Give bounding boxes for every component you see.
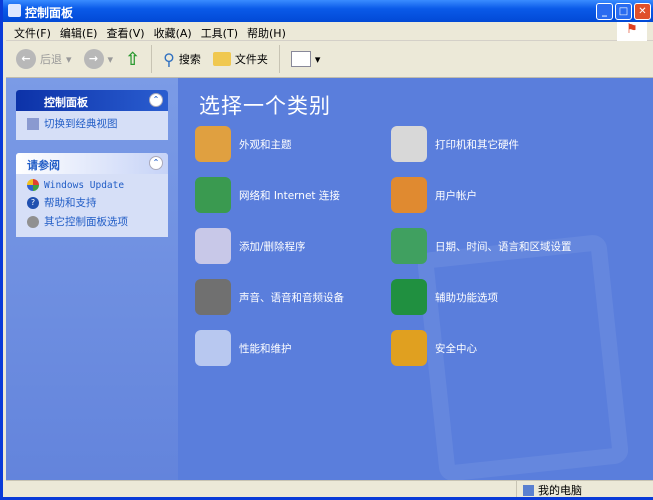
toolbar: ← 后退 ▾ → ▾ ⇧ ⚲ 搜索 文件夹 ▾ bbox=[6, 41, 653, 78]
printers-hardware-icon bbox=[391, 126, 427, 162]
search-label: 搜索 bbox=[178, 53, 201, 66]
menu-bar: 文件(F) 编辑(E) 查看(V) 收藏(A) 工具(T) 帮助(H) bbox=[6, 22, 653, 41]
see-also-box: 请参阅 ⌃ Windows Update ? 帮助和支持 其它控制面板选项 bbox=[16, 153, 168, 237]
menu-view[interactable]: 查看(V) bbox=[104, 22, 151, 40]
accessibility-options-icon bbox=[391, 279, 427, 315]
views-button[interactable]: ▾ bbox=[287, 51, 325, 67]
category-label: 日期、时间、语言和区域设置 bbox=[435, 240, 572, 253]
security-center-icon bbox=[391, 330, 427, 366]
search-icon: ⚲ bbox=[163, 49, 175, 69]
category-appearance-themes[interactable]: 外观和主题 bbox=[195, 126, 292, 162]
category-label: 声音、语音和音频设备 bbox=[239, 291, 344, 304]
back-button[interactable]: ← 后退 ▾ bbox=[12, 49, 76, 69]
category-label: 用户帐户 bbox=[435, 189, 477, 202]
separator bbox=[278, 45, 280, 73]
control-panel-box: 控制面板 ⌃ 切换到经典视图 bbox=[16, 90, 168, 140]
windows-logo-icon: ⚑ bbox=[617, 22, 647, 41]
up-button[interactable]: ⇧ bbox=[121, 49, 144, 70]
performance-maintenance-icon bbox=[195, 330, 231, 366]
back-arrow-icon: ← bbox=[16, 49, 36, 69]
folder-up-icon: ⇧ bbox=[125, 48, 141, 70]
control-panel-window: 控制面板 _ □ ✕ 文件(F) 编辑(E) 查看(V) 收藏(A) 工具(T) 帮… bbox=[0, 0, 653, 500]
folders-label: 文件夹 bbox=[234, 53, 268, 66]
menu-favorites[interactable]: 收藏(A) bbox=[152, 22, 199, 40]
link-label: Windows Update bbox=[44, 179, 125, 191]
box-title: 控制面板 bbox=[44, 96, 88, 109]
sounds-audio-icon bbox=[195, 279, 231, 315]
category-network-internet[interactable]: 网络和 Internet 连接 bbox=[195, 177, 340, 213]
box-title: 请参阅 bbox=[27, 159, 60, 172]
category-security-center[interactable]: 安全中心 bbox=[391, 330, 477, 366]
maximize-button[interactable]: □ bbox=[615, 3, 632, 20]
see-also-header[interactable]: 请参阅 ⌃ bbox=[16, 153, 168, 174]
forward-arrow-icon: → bbox=[83, 49, 104, 69]
windows-update-icon bbox=[27, 179, 39, 191]
task-pane: 控制面板 ⌃ 切换到经典视图 请参阅 ⌃ Windows Update ? 帮助和支持… bbox=[6, 78, 178, 480]
user-accounts-icon bbox=[391, 177, 427, 213]
collapse-chevron-icon[interactable]: ⌃ bbox=[149, 93, 163, 107]
menu-tools[interactable]: 工具(T) bbox=[199, 22, 245, 40]
back-label: 后退 bbox=[40, 53, 62, 66]
date-time-language-icon bbox=[391, 228, 427, 264]
category-label: 安全中心 bbox=[435, 342, 477, 355]
status-bar: 我的电脑 bbox=[6, 480, 653, 497]
category-label: 外观和主题 bbox=[239, 138, 292, 151]
menu-file[interactable]: 文件(F) bbox=[12, 22, 58, 40]
other-options-link[interactable]: 其它控制面板选项 bbox=[16, 212, 168, 231]
category-label: 添加/删除程序 bbox=[239, 240, 306, 253]
title-bar[interactable]: 控制面板 _ □ ✕ bbox=[3, 0, 653, 22]
help-icon: ? bbox=[27, 196, 39, 209]
category-label: 性能和维护 bbox=[239, 342, 292, 355]
switch-view-icon bbox=[27, 117, 39, 130]
switch-classic-view-link[interactable]: 切换到经典视图 bbox=[16, 111, 168, 133]
category-date-time-language[interactable]: 日期、时间、语言和区域设置 bbox=[391, 228, 572, 264]
link-label: 帮助和支持 bbox=[44, 197, 97, 209]
window-title: 控制面板 bbox=[25, 6, 74, 20]
control-panel-box-header[interactable]: 控制面板 ⌃ bbox=[16, 90, 168, 111]
page-title: 选择一个类别 bbox=[199, 94, 331, 118]
forward-button[interactable]: → ▾ bbox=[80, 49, 118, 69]
category-label: 打印机和其它硬件 bbox=[435, 138, 519, 151]
category-performance-maintenance[interactable]: 性能和维护 bbox=[195, 330, 292, 366]
gear-icon bbox=[27, 215, 39, 228]
menu-help[interactable]: 帮助(H) bbox=[245, 22, 293, 40]
help-support-link[interactable]: ? 帮助和支持 bbox=[16, 193, 168, 212]
category-sounds-audio[interactable]: 声音、语音和音频设备 bbox=[195, 279, 344, 315]
category-label: 辅助功能选项 bbox=[435, 291, 498, 304]
collapse-chevron-icon[interactable]: ⌃ bbox=[149, 156, 163, 170]
link-label: 切换到经典视图 bbox=[44, 118, 118, 130]
separator bbox=[151, 45, 153, 73]
category-user-accounts[interactable]: 用户帐户 bbox=[391, 177, 477, 213]
category-printers-hardware[interactable]: 打印机和其它硬件 bbox=[391, 126, 519, 162]
category-view: 选择一个类别 外观和主题 打印机和其它硬件网络和 Internet 连接 用户帐户添… bbox=[178, 78, 653, 480]
category-add-remove-programs[interactable]: 添加/删除程序 bbox=[195, 228, 306, 264]
search-button[interactable]: ⚲ 搜索 bbox=[159, 50, 205, 69]
category-label: 网络和 Internet 连接 bbox=[239, 189, 340, 202]
minimize-button[interactable]: _ bbox=[596, 3, 613, 20]
add-remove-programs-icon bbox=[195, 228, 231, 264]
status-location: 我的电脑 bbox=[516, 481, 582, 497]
network-internet-icon bbox=[195, 177, 231, 213]
control-panel-icon bbox=[8, 4, 21, 17]
status-text: 我的电脑 bbox=[538, 484, 582, 497]
menu-edit[interactable]: 编辑(E) bbox=[58, 22, 105, 40]
views-icon bbox=[290, 51, 311, 67]
category-accessibility-options[interactable]: 辅助功能选项 bbox=[391, 279, 498, 315]
folder-icon bbox=[212, 52, 231, 66]
close-button[interactable]: ✕ bbox=[634, 3, 651, 20]
appearance-themes-icon bbox=[195, 126, 231, 162]
windows-update-link[interactable]: Windows Update bbox=[16, 174, 168, 193]
my-computer-icon bbox=[523, 484, 534, 496]
folders-button[interactable]: 文件夹 bbox=[209, 51, 272, 67]
link-label: 其它控制面板选项 bbox=[44, 216, 128, 228]
